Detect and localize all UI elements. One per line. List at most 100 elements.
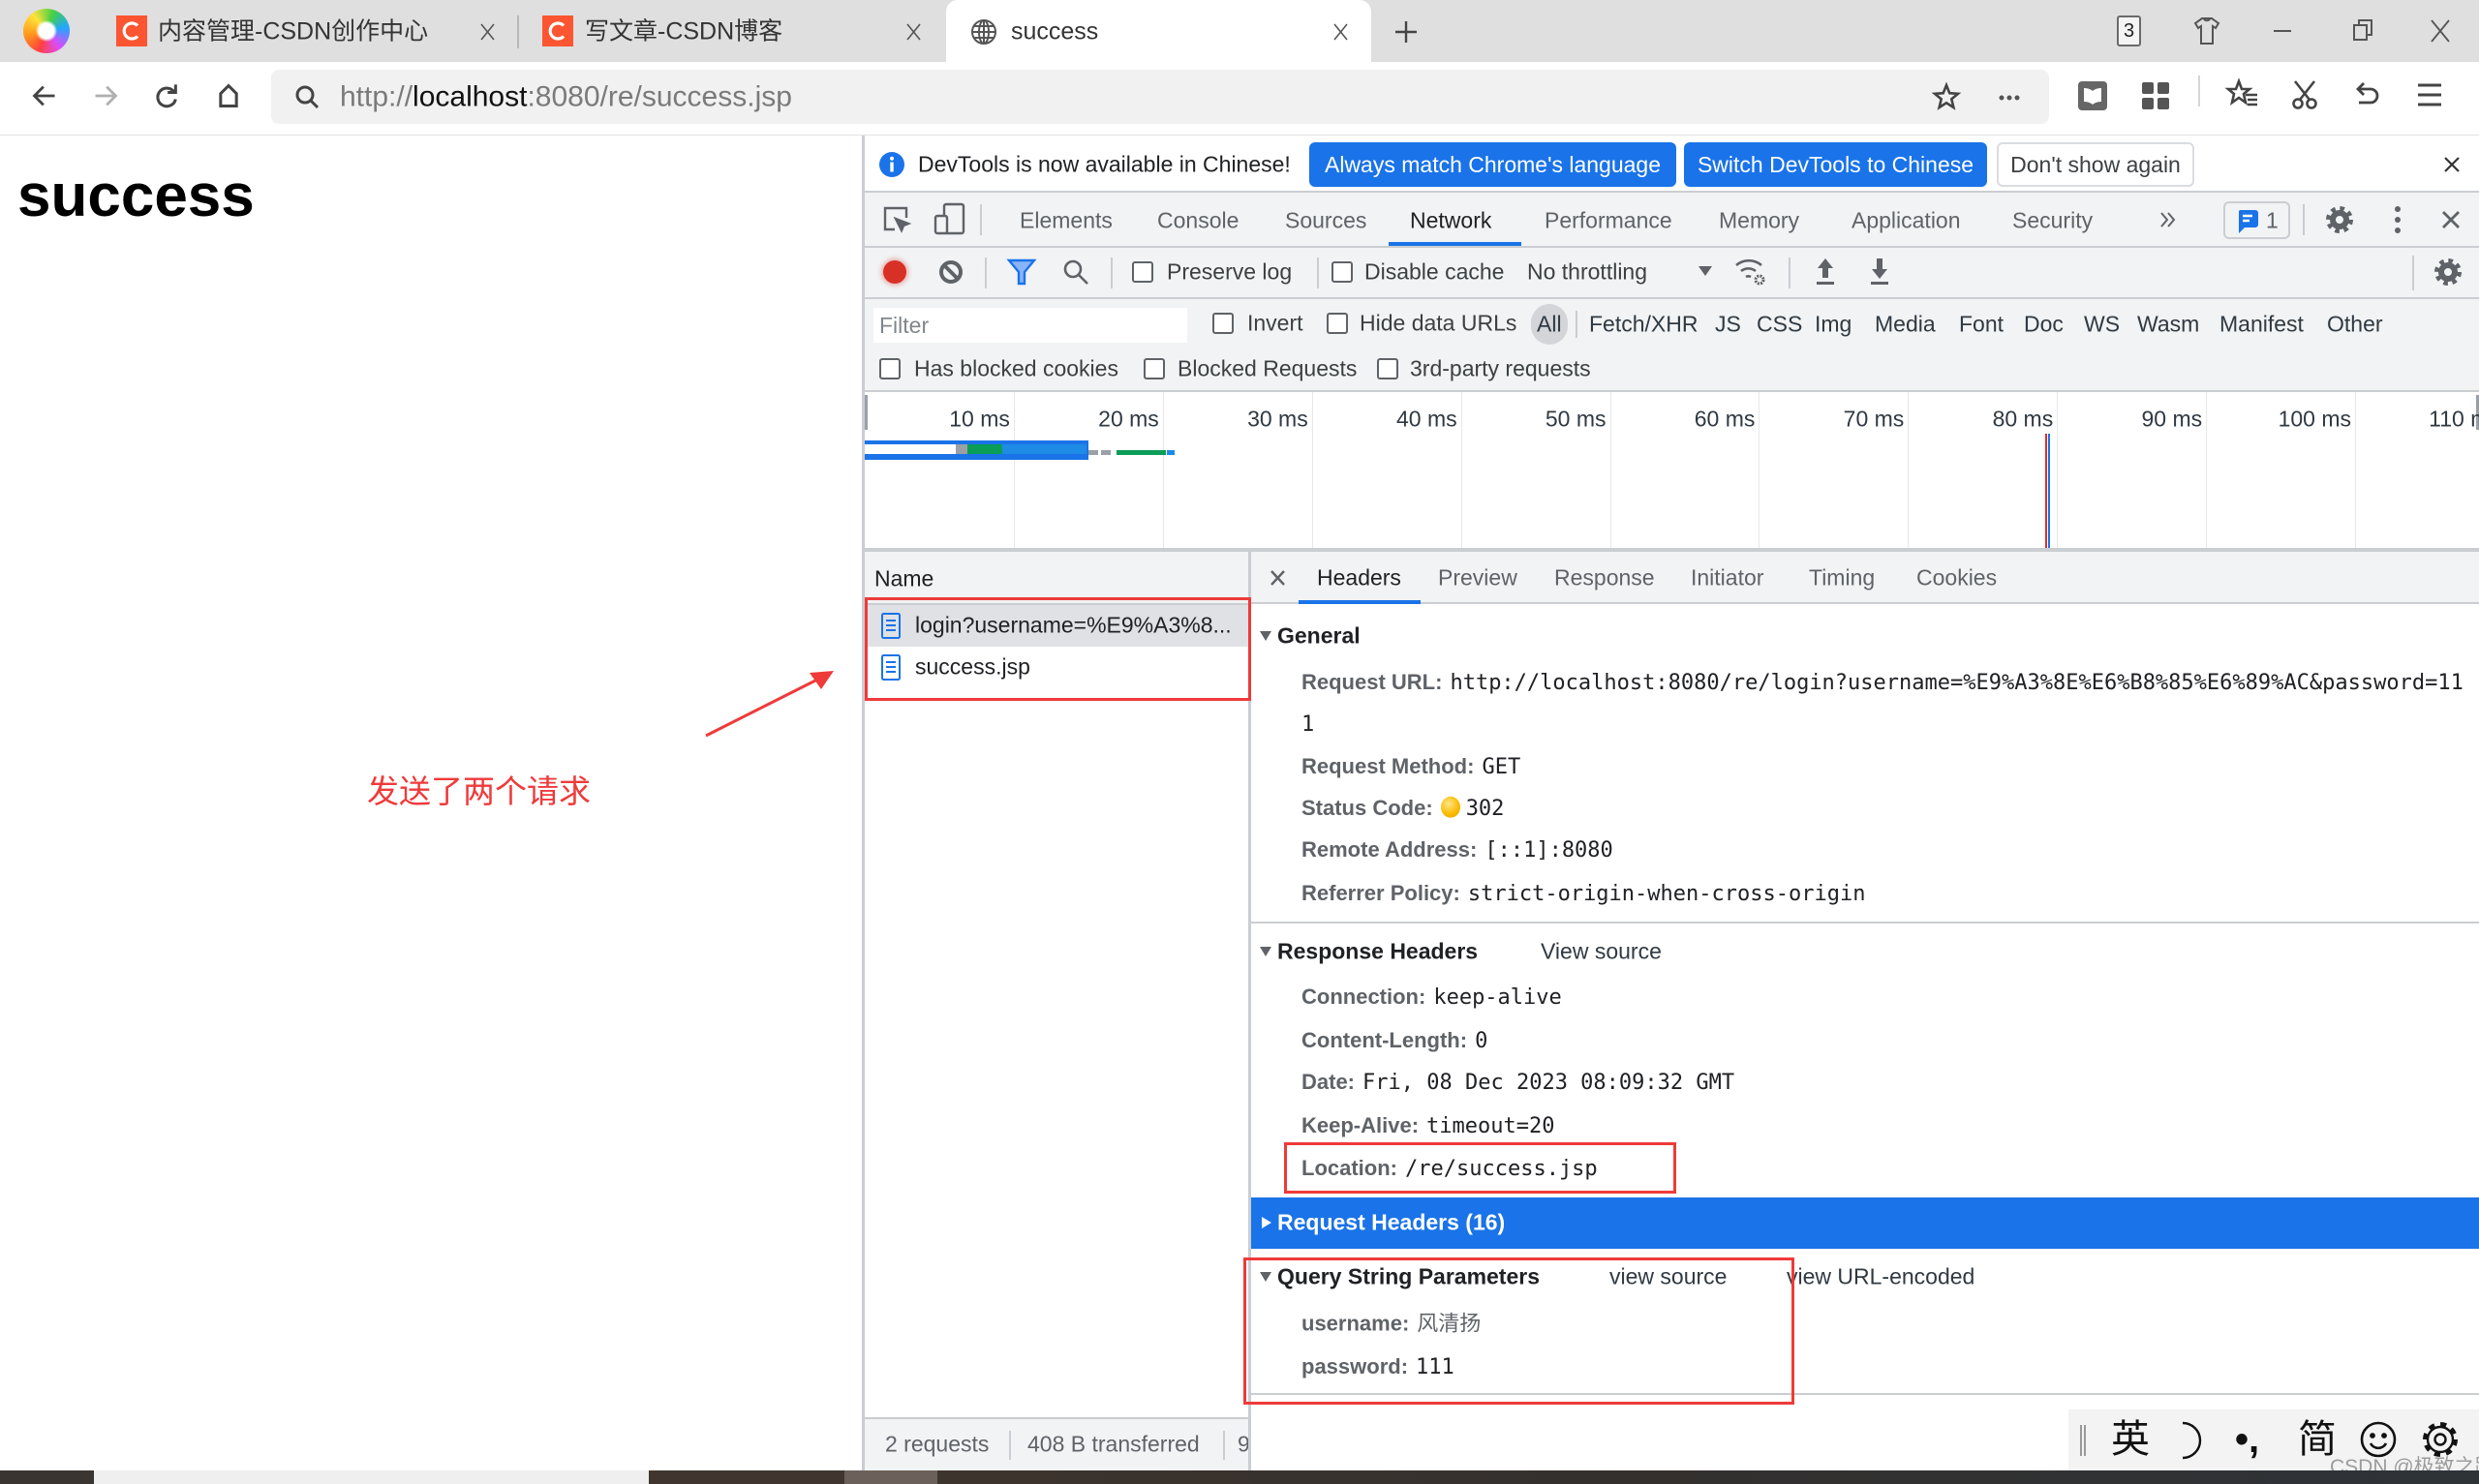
tab-close-icon[interactable]: [906, 23, 921, 41]
more-icon[interactable]: [1999, 95, 2020, 101]
tab-security[interactable]: Security: [2012, 207, 2093, 235]
filter-type-ws[interactable]: WS: [2084, 311, 2120, 339]
expanded-triangle-icon[interactable]: [1260, 630, 1271, 642]
tab-memory[interactable]: Memory: [1719, 207, 1799, 235]
filter-type-doc[interactable]: Doc: [2024, 311, 2064, 339]
tab-success-active[interactable]: [946, 0, 1371, 62]
hide-data-urls-checkbox[interactable]: [1327, 313, 1348, 334]
infobar-close-icon[interactable]: [2443, 156, 2461, 173]
menu-icon[interactable]: [2417, 83, 2444, 110]
timeline-tick-label: 100 ms: [2278, 406, 2351, 432]
network-conditions-icon[interactable]: [1734, 257, 1767, 288]
undo-icon[interactable]: [2353, 80, 2380, 107]
skin-shirt-icon[interactable]: [2193, 17, 2220, 45]
minimize-icon[interactable]: [2274, 30, 2291, 32]
detail-tab-headers[interactable]: Headers: [1317, 564, 1401, 592]
device-toolbar-icon[interactable]: [933, 202, 965, 235]
preserve-log-checkbox[interactable]: [1132, 261, 1153, 283]
filter-bar: Invert Hide data URLs All Fetch/XHR JS C…: [865, 299, 2479, 348]
filter-funnel-icon[interactable]: [1006, 258, 1037, 286]
tab-sources[interactable]: Sources: [1285, 207, 1366, 235]
timeline-gridline: [2057, 392, 2059, 548]
filter-type-img[interactable]: Img: [1815, 311, 1852, 339]
third-party-requests-checkbox[interactable]: [1377, 358, 1398, 379]
issues-badge[interactable]: 1: [2223, 201, 2290, 239]
tab-console[interactable]: Console: [1157, 207, 1239, 235]
filter-type-font[interactable]: Font: [1959, 311, 2004, 339]
export-har-download-icon[interactable]: [1869, 257, 1890, 287]
more-tabs-chevron-icon[interactable]: [2159, 211, 2177, 228]
restore-icon[interactable]: [2353, 19, 2372, 41]
browser-logo[interactable]: [23, 9, 70, 53]
filter-input[interactable]: [873, 308, 1187, 343]
new-tab-plus-icon[interactable]: [1394, 20, 1418, 44]
always-match-language-button[interactable]: Always match Chrome's language: [1309, 142, 1676, 187]
waterfall-queueing-bar: [865, 444, 956, 454]
detail-tab-preview[interactable]: Preview: [1438, 564, 1517, 592]
moon-icon[interactable]: [2173, 1421, 2204, 1460]
filter-type-js[interactable]: JS: [1715, 311, 1741, 339]
header-value: strict-origin-when-cross-origin: [1467, 881, 1866, 906]
tab-performance[interactable]: Performance: [1545, 207, 1672, 235]
disable-cache-checkbox[interactable]: [1331, 261, 1353, 283]
dropdown-arrow-icon[interactable]: [1699, 266, 1712, 276]
settings-gear-icon[interactable]: [2325, 205, 2354, 234]
record-icon[interactable]: [883, 260, 906, 284]
favorites-list-icon[interactable]: [2224, 77, 2257, 107]
ime-language-toggle[interactable]: 英: [2111, 1420, 2150, 1459]
filter-type-media[interactable]: Media: [1875, 311, 1936, 339]
tab-count-badge[interactable]: 3: [2117, 15, 2141, 46]
bookmark-star-icon[interactable]: [1931, 81, 1962, 110]
import-har-upload-icon[interactable]: [1815, 257, 1836, 287]
expanded-triangle-icon[interactable]: [1260, 946, 1271, 957]
timeline-left-handle[interactable]: [865, 395, 868, 430]
devtools-close-icon[interactable]: [2441, 210, 2461, 229]
filter-type-css[interactable]: CSS: [1757, 311, 1802, 339]
switch-to-chinese-button[interactable]: Switch DevTools to Chinese: [1684, 142, 1987, 187]
throttling-select[interactable]: No throttling: [1527, 258, 1647, 287]
home-icon[interactable]: [215, 82, 242, 109]
url-text[interactable]: http://localhost:8080/re/success.jsp: [340, 78, 792, 115]
tab-network[interactable]: Network: [1410, 207, 1491, 235]
reader-icon[interactable]: [2078, 81, 2107, 110]
view-url-encoded-link[interactable]: view URL-encoded: [1787, 1263, 1974, 1291]
ime-drag-handle[interactable]: [2080, 1425, 2086, 1456]
inspect-element-icon[interactable]: [883, 206, 912, 233]
general-section-title[interactable]: General: [1277, 622, 1361, 651]
detail-tab-timing[interactable]: Timing: [1809, 564, 1875, 592]
apps-grid-icon[interactable]: [2142, 82, 2169, 109]
tab-close-icon[interactable]: [1333, 23, 1348, 41]
search-icon[interactable]: [1062, 258, 1089, 286]
tab-application[interactable]: Application: [1852, 207, 1961, 235]
detail-tab-response[interactable]: Response: [1554, 564, 1655, 592]
blocked-requests-checkbox[interactable]: [1144, 358, 1165, 379]
network-toolbar: Preserve log Disable cache No throttling: [865, 248, 2479, 299]
invert-checkbox[interactable]: [1212, 313, 1234, 334]
detail-tab-cookies[interactable]: Cookies: [1916, 564, 1997, 592]
forward-icon[interactable]: [92, 82, 119, 109]
timeline-gridline: [1311, 392, 1313, 548]
network-overview-timeline[interactable]: 10 ms 20 ms 30 ms 40 ms 50 ms 60 ms 70 ms 80 ms…: [865, 392, 2479, 550]
request-headers-section[interactable]: Request Headers (16): [1251, 1197, 2479, 1249]
close-detail-icon[interactable]: [1270, 570, 1285, 586]
scissors-icon[interactable]: [2291, 80, 2318, 109]
back-icon[interactable]: [31, 82, 58, 109]
ime-punctuation-toggle[interactable]: •,: [2235, 1420, 2259, 1459]
filter-type-manifest[interactable]: Manifest: [2219, 311, 2304, 339]
has-blocked-cookies-checkbox[interactable]: [879, 358, 901, 379]
detail-tab-initiator[interactable]: Initiator: [1691, 564, 1763, 592]
clear-icon[interactable]: [938, 259, 964, 285]
dont-show-again-button[interactable]: Don't show again: [1997, 142, 2194, 187]
filter-type-wasm[interactable]: Wasm: [2137, 311, 2199, 339]
filter-type-fetch-xhr[interactable]: Fetch/XHR: [1589, 311, 1698, 339]
reload-icon[interactable]: [153, 82, 180, 109]
address-bar[interactable]: http://localhost:8080/re/success.jsp: [271, 70, 2049, 124]
kebab-menu-icon[interactable]: [2395, 206, 2401, 233]
view-source-link[interactable]: View source: [1541, 938, 1662, 966]
response-headers-title[interactable]: Response Headers: [1277, 938, 1478, 966]
tab-elements[interactable]: Elements: [1020, 207, 1113, 235]
filter-type-other[interactable]: Other: [2327, 311, 2383, 339]
network-settings-gear-icon[interactable]: [2433, 257, 2463, 287]
window-close-icon[interactable]: [2431, 19, 2450, 43]
tab-close-icon[interactable]: [480, 23, 495, 41]
